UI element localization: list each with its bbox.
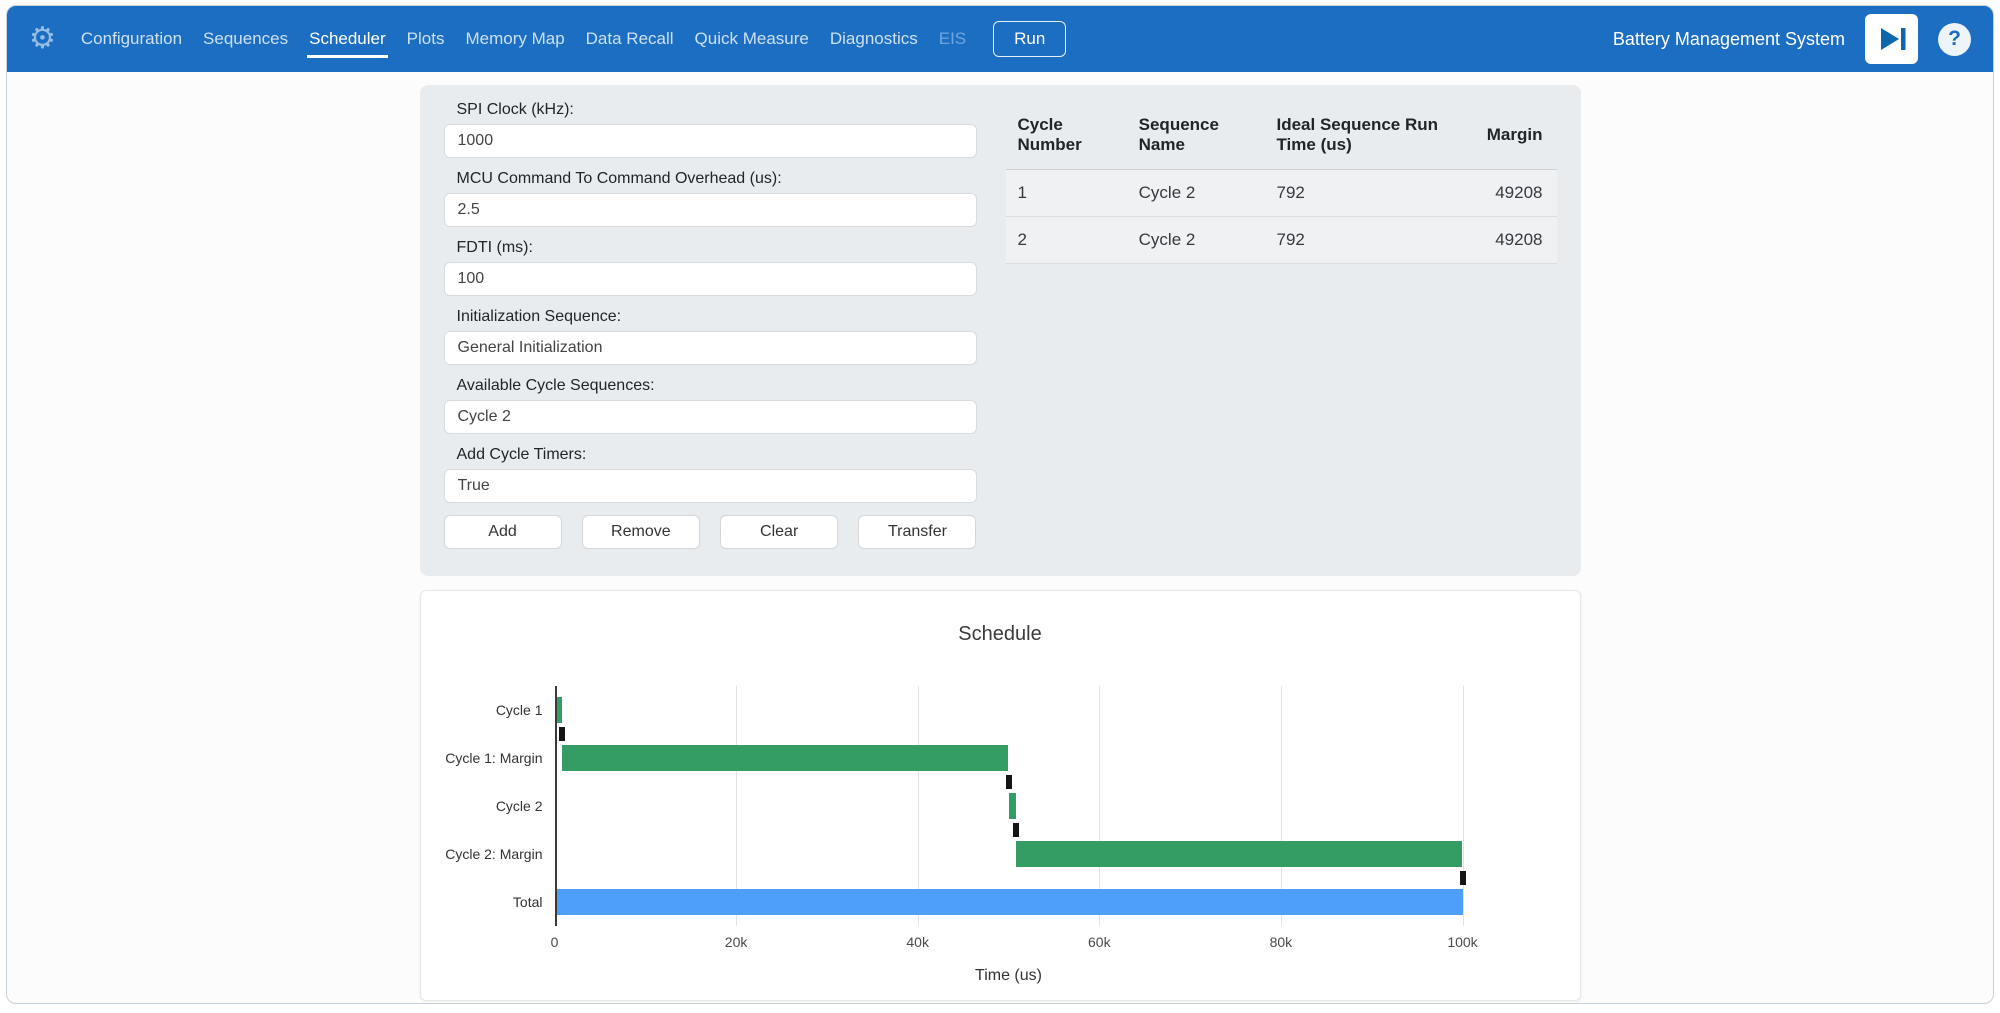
chart-row-label-cycle-2-margin: Cycle 2: Margin — [421, 830, 543, 878]
segment-end-marker — [1006, 775, 1012, 789]
table-cell: Cycle 2 — [1127, 170, 1265, 217]
table-cell: Cycle 2 — [1127, 217, 1265, 264]
nav-item-memory-map[interactable]: Memory Map — [463, 21, 566, 58]
nav-item-sequences[interactable]: Sequences — [201, 21, 290, 58]
field-mcu-command-overhead: MCU Command To Command Overhead (us): — [444, 170, 977, 227]
column-header-ideal-sequence-run-time-us: Ideal Sequence Run Time (us) — [1264, 101, 1474, 170]
scheduler-panel: SPI Clock (kHz): MCU Command To Command O… — [420, 85, 1581, 576]
x-tick-label: 60k — [1088, 934, 1111, 950]
table-body: 1Cycle 2792492082Cycle 279249208 — [1006, 170, 1557, 264]
column-header-cycle-number: Cycle Number — [1006, 101, 1127, 170]
add-cycle-timers-input[interactable] — [444, 469, 977, 503]
cycle-table: Cycle NumberSequence NameIdeal Sequence … — [1006, 101, 1557, 264]
chart-title: Schedule — [421, 623, 1580, 646]
field-label-fdti: FDTI (ms): — [457, 239, 977, 257]
form-buttons: Add Remove Clear Transfer — [444, 515, 977, 549]
x-tick-label: 100k — [1447, 934, 1477, 950]
spi-clock-input[interactable] — [444, 124, 977, 158]
field-label-spi-clock: SPI Clock (kHz): — [457, 101, 977, 119]
nav-item-eis[interactable]: EIS — [937, 21, 968, 58]
chart-row-label-cycle-2: Cycle 2 — [421, 782, 543, 830]
main-content: SPI Clock (kHz): MCU Command To Command O… — [420, 85, 1581, 1001]
initialization-sequence-input[interactable] — [444, 331, 977, 365]
remove-button[interactable]: Remove — [582, 515, 700, 549]
help-icon[interactable]: ? — [1938, 23, 1971, 56]
add-button[interactable]: Add — [444, 515, 562, 549]
available-cycle-sequences-input[interactable] — [444, 400, 977, 434]
x-tick-label: 80k — [1270, 934, 1293, 950]
transfer-button[interactable]: Transfer — [858, 515, 976, 549]
app-title: Battery Management System — [1613, 29, 1845, 50]
x-tick-label: 20k — [725, 934, 748, 950]
segment-end-marker — [1460, 871, 1466, 885]
chart-bar-total — [555, 889, 1463, 915]
column-header-sequence-name: Sequence Name — [1127, 101, 1265, 170]
field-add-cycle-timers: Add Cycle Timers: — [444, 446, 977, 503]
table-cell: 2 — [1006, 217, 1127, 264]
field-label-initialization-sequence: Initialization Sequence: — [457, 308, 977, 326]
nav-item-diagnostics[interactable]: Diagnostics — [828, 21, 920, 58]
form-fields: SPI Clock (kHz): MCU Command To Command O… — [444, 101, 977, 503]
chart-bar-cycle-2-margin — [1016, 841, 1463, 867]
navbar-right: Battery Management System ? — [1613, 14, 1971, 64]
chart-row-label-cycle-1: Cycle 1 — [421, 686, 543, 734]
table-cell: 792 — [1264, 170, 1474, 217]
nav-item-configuration[interactable]: Configuration — [79, 21, 184, 58]
field-label-available-cycle-sequences: Available Cycle Sequences: — [457, 377, 977, 395]
field-label-mcu-command-overhead: MCU Command To Command Overhead (us): — [457, 170, 977, 188]
chart-bar-cycle-1-margin — [562, 745, 1009, 771]
chart-bar-cycle-2 — [1009, 793, 1016, 819]
table-cell: 1 — [1006, 170, 1127, 217]
segment-end-marker — [1013, 823, 1019, 837]
field-fdti: FDTI (ms): — [444, 239, 977, 296]
chart-row-label-total: Total — [421, 878, 543, 926]
gridline — [1463, 686, 1464, 926]
nav-item-data-recall[interactable]: Data Recall — [584, 21, 676, 58]
chart-area: Time (us) Cycle 1Cycle 1: MarginCycle 2C… — [421, 686, 1580, 996]
table-cell: 792 — [1264, 217, 1474, 264]
table-row[interactable]: 2Cycle 279249208 — [1006, 217, 1557, 264]
column-header-margin: Margin — [1475, 101, 1557, 170]
nav-item-scheduler[interactable]: Scheduler — [307, 21, 388, 58]
nav-item-quick-measure[interactable]: Quick Measure — [693, 21, 811, 58]
play-button[interactable] — [1865, 14, 1918, 64]
cycle-table-container: Cycle NumberSequence NameIdeal Sequence … — [1006, 101, 1557, 556]
clear-button[interactable]: Clear — [720, 515, 838, 549]
run-button[interactable]: Run — [993, 21, 1066, 57]
play-icon — [1876, 23, 1908, 55]
segment-end-marker — [559, 727, 565, 741]
nav-item-plots[interactable]: Plots — [405, 21, 447, 58]
y-axis-line — [555, 686, 557, 926]
table-row[interactable]: 1Cycle 279249208 — [1006, 170, 1557, 217]
gear-icon[interactable]: ⚙ — [29, 24, 56, 54]
navbar: ⚙ Configuration Sequences Scheduler Plots Me… — [7, 6, 1993, 72]
x-axis-title: Time (us) — [975, 967, 1042, 985]
mcu-command-overhead-input[interactable] — [444, 193, 977, 227]
field-spi-clock: SPI Clock (kHz): — [444, 101, 977, 158]
chart-plot — [555, 686, 1463, 926]
app-frame: ⚙ Configuration Sequences Scheduler Plots Me… — [6, 5, 1994, 1004]
fdti-input[interactable] — [444, 262, 977, 296]
chart-row-label-cycle-1-margin: Cycle 1: Margin — [421, 734, 543, 782]
field-initialization-sequence: Initialization Sequence: — [444, 308, 977, 365]
table-cell: 49208 — [1475, 217, 1557, 264]
nav-items: Configuration Sequences Scheduler Plots Memo… — [79, 21, 968, 58]
scheduler-form: SPI Clock (kHz): MCU Command To Command O… — [444, 101, 977, 556]
field-label-add-cycle-timers: Add Cycle Timers: — [457, 446, 977, 464]
schedule-chart-card: Schedule Time (us) Cycle 1Cycle 1: Margi… — [420, 590, 1581, 1001]
table-cell: 49208 — [1475, 170, 1557, 217]
x-tick-label: 0 — [551, 934, 559, 950]
field-available-cycle-sequences: Available Cycle Sequences: — [444, 377, 977, 434]
table-header-row: Cycle NumberSequence NameIdeal Sequence … — [1006, 101, 1557, 170]
x-tick-label: 40k — [906, 934, 929, 950]
